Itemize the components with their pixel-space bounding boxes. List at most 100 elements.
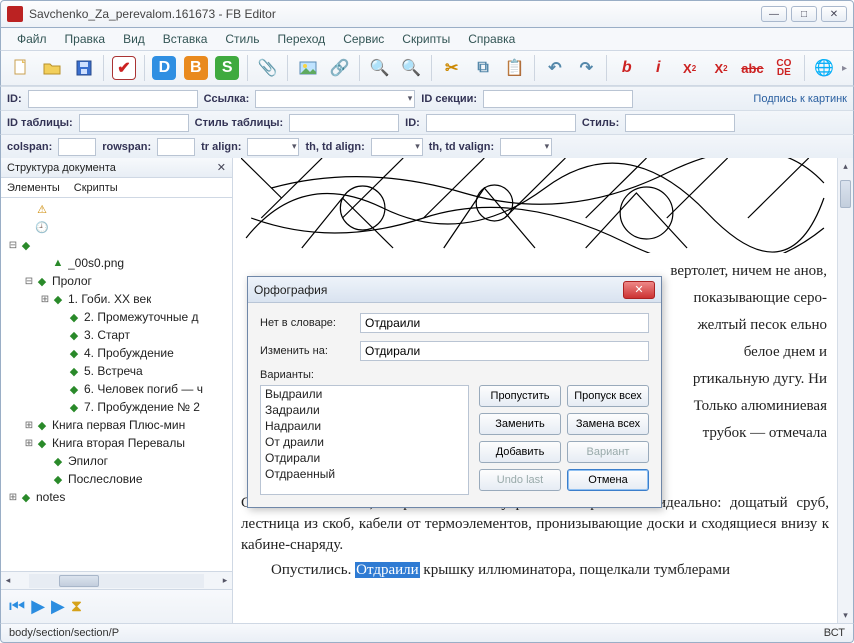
minimize-button[interactable]: ― [761, 6, 787, 22]
menu-goto[interactable]: Переход [270, 30, 334, 48]
cut-button[interactable]: ✂ [438, 54, 465, 82]
skip-button[interactable]: Пропустить [479, 385, 561, 407]
close-button[interactable]: ✕ [821, 6, 847, 22]
content-vscroll[interactable]: ▴ ▾ [837, 158, 853, 623]
menu-edit[interactable]: Правка [57, 30, 114, 48]
tree-node[interactable]: ⊞◆Книга первая Плюс-мин [1, 416, 232, 434]
replace-all-button[interactable]: Замена всех [567, 413, 649, 435]
tree-twist-icon[interactable]: ⊞ [7, 492, 19, 503]
variant-item[interactable]: Надраили [261, 418, 468, 434]
new-button[interactable] [7, 54, 34, 82]
tree-node[interactable]: ◆Эпилог [1, 452, 232, 470]
sidebar-tab-scripts[interactable]: Скрипты [74, 182, 118, 194]
section-id-input[interactable] [483, 90, 633, 108]
tree-node[interactable]: ◆2. Промежуточные д [1, 308, 232, 326]
code-button[interactable]: CODE [770, 54, 797, 82]
menu-help[interactable]: Справка [460, 30, 523, 48]
toolbar-overflow-icon[interactable]: ▸ [842, 63, 847, 74]
attach-button[interactable]: 📎 [254, 54, 281, 82]
subscript-button[interactable]: X2 [707, 54, 734, 82]
undo-button[interactable]: ↶ [541, 54, 568, 82]
colspan-input[interactable] [58, 138, 96, 156]
maximize-button[interactable]: □ [791, 6, 817, 22]
rowspan-input[interactable] [157, 138, 195, 156]
variant-item[interactable]: Задраили [261, 402, 468, 418]
dialog-close-button[interactable]: ✕ [623, 281, 655, 299]
tree-twist-icon[interactable]: ⊞ [23, 438, 35, 449]
row-style-input[interactable] [625, 114, 735, 132]
document-tree[interactable]: ⚠🕘⊟◆▲_00s0.png⊟◆Пролог⊞◆1. Гоби. XX век◆… [1, 198, 232, 571]
not-in-dict-input[interactable] [360, 313, 649, 333]
open-button[interactable] [38, 54, 65, 82]
tree-node[interactable]: ▲_00s0.png [1, 254, 232, 272]
tree-node[interactable]: ⊞◆notes [1, 488, 232, 506]
row-id-input[interactable] [426, 114, 576, 132]
mode-d-button[interactable]: D [151, 54, 178, 82]
hscroll-right-icon[interactable]: ▸ [218, 575, 232, 586]
redo-button[interactable]: ↷ [573, 54, 600, 82]
image-caption-link[interactable]: Подпись к картинк [753, 93, 847, 105]
dialog-titlebar[interactable]: Орфография ✕ [248, 277, 661, 303]
paste-button[interactable]: 📋 [501, 54, 528, 82]
menu-scripts[interactable]: Скрипты [394, 30, 458, 48]
sidebar-tab-elements[interactable]: Элементы [7, 182, 60, 194]
tree-node[interactable]: ◆5. Встреча [1, 362, 232, 380]
tree-node[interactable]: ◆4. Пробуждение [1, 344, 232, 362]
menu-file[interactable]: Файл [9, 30, 55, 48]
link-button[interactable]: 🔗 [326, 54, 353, 82]
variant-item[interactable]: От драили [261, 434, 468, 450]
tree-twist-icon[interactable]: ⊞ [39, 294, 51, 305]
image-button[interactable] [294, 54, 321, 82]
vscroll-down-icon[interactable]: ▾ [838, 607, 853, 623]
hscroll-thumb[interactable] [59, 575, 99, 587]
menu-style[interactable]: Стиль [217, 30, 267, 48]
vscroll-up-icon[interactable]: ▴ [838, 158, 853, 174]
hscroll-left-icon[interactable]: ◂ [1, 575, 15, 586]
tree-node[interactable]: ⊞◆Книга вторая Перевалы [1, 434, 232, 452]
replace-button[interactable]: Заменить [479, 413, 561, 435]
tree-node[interactable]: ◆3. Старт [1, 326, 232, 344]
variants-listbox[interactable]: ВыдраилиЗадраилиНадраилиОт драилиОтдирал… [260, 385, 469, 495]
globe-button[interactable]: 🌐 [811, 54, 838, 82]
cancel-button[interactable]: Отмена [567, 469, 649, 491]
sidebar-close-icon[interactable]: ✕ [217, 161, 226, 174]
tree-node[interactable]: ⚠ [1, 200, 232, 218]
variant-item[interactable]: Отдраенный [261, 466, 468, 482]
tralign-dropdown[interactable] [247, 138, 299, 156]
variant-item[interactable]: Выдраили [261, 386, 468, 402]
id-input[interactable] [28, 90, 198, 108]
tree-node[interactable]: ⊟◆Пролог [1, 272, 232, 290]
menu-service[interactable]: Сервис [335, 30, 392, 48]
tree-twist-icon[interactable]: ⊟ [23, 276, 35, 287]
find-button[interactable]: 🔍 [366, 54, 393, 82]
thtdalign-dropdown[interactable] [371, 138, 423, 156]
link-dropdown[interactable] [255, 90, 415, 108]
add-button[interactable]: Добавить [479, 441, 561, 463]
copy-button[interactable]: ⧉ [469, 54, 496, 82]
italic-button[interactable]: i [644, 54, 671, 82]
table-id-input[interactable] [79, 114, 189, 132]
tree-node[interactable]: ◆Послесловие [1, 470, 232, 488]
change-to-input[interactable] [360, 341, 649, 361]
menu-view[interactable]: Вид [115, 30, 153, 48]
variant-item[interactable]: Отдирали [261, 450, 468, 466]
tree-node[interactable]: ⊟◆ [1, 236, 232, 254]
validate-button[interactable]: ✔ [110, 54, 137, 82]
bold-button[interactable]: b [613, 54, 640, 82]
tree-twist-icon[interactable]: ⊞ [23, 420, 35, 431]
table-style-input[interactable] [289, 114, 399, 132]
nav-prev-icon[interactable]: ▶ [31, 596, 45, 617]
thtdvalign-dropdown[interactable] [500, 138, 552, 156]
nav-first-icon[interactable]: ⏮ [9, 596, 25, 617]
save-button[interactable] [70, 54, 97, 82]
mode-b-button[interactable]: B [182, 54, 209, 82]
tree-node[interactable]: ◆7. Пробуждение № 2 [1, 398, 232, 416]
find-next-button[interactable]: 🔍 [398, 54, 425, 82]
menu-insert[interactable]: Вставка [155, 30, 216, 48]
nav-next-icon[interactable]: ▶ [51, 596, 65, 617]
tree-node[interactable]: ◆6. Человек погиб — ч [1, 380, 232, 398]
superscript-button[interactable]: X2 [676, 54, 703, 82]
sidebar-hscroll[interactable]: ◂ ▸ [1, 571, 232, 589]
strikethrough-button[interactable]: abc [739, 54, 766, 82]
tree-twist-icon[interactable]: ⊟ [7, 240, 19, 251]
